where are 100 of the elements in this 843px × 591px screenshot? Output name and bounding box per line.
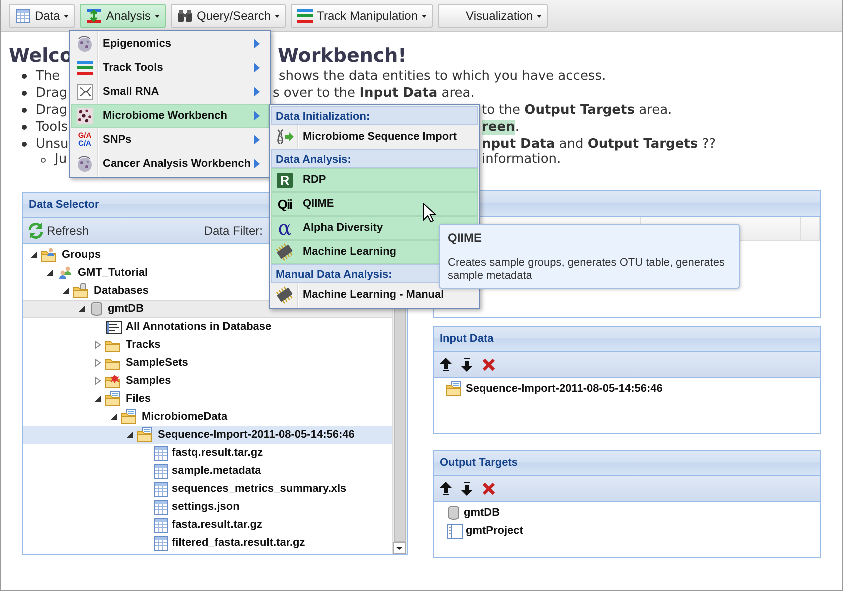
collapsed-triangle-icon[interactable] — [93, 358, 103, 368]
tree-item[interactable]: MicrobiomeData — [23, 408, 392, 426]
tree-item[interactable]: settings.json — [23, 498, 392, 516]
tree-item[interactable]: Samples — [23, 372, 392, 390]
menu-item[interactable]: Track Tools — [71, 56, 269, 80]
folder-document-icon — [137, 426, 155, 444]
bullet-text: s over to the Input Data area. — [273, 85, 475, 102]
expanded-triangle-icon[interactable] — [77, 304, 87, 314]
bullet-text: information. — [482, 153, 562, 167]
up-arrow-icon[interactable] — [440, 482, 452, 496]
cylinder-icon — [446, 504, 462, 522]
window-icon — [446, 522, 464, 540]
menu-item[interactable]: Cancer Analysis Workbench — [71, 152, 269, 176]
spreadsheet-icon — [153, 534, 169, 552]
collapsed-triangle-icon[interactable] — [93, 340, 103, 350]
delete-icon[interactable] — [482, 482, 496, 496]
bullet-text: Unsu — [36, 136, 69, 153]
bullet-dot — [41, 158, 46, 163]
spreadsheet-icon — [153, 462, 169, 480]
tree-item[interactable]: filtered_fasta.result.tar.gz — [23, 534, 392, 552]
folder-cylinder-icon — [73, 282, 91, 300]
expanded-triangle-icon[interactable] — [109, 412, 119, 422]
expanded-triangle-icon[interactable] — [93, 394, 103, 404]
submenu-arrow-icon — [254, 87, 260, 97]
bullet-text: Drag — [36, 85, 68, 102]
toolbar-button[interactable]: Track Manipulation — [291, 4, 434, 28]
list-item[interactable]: gmtProject — [446, 522, 820, 540]
tree-item[interactable]: SampleSets — [23, 354, 392, 372]
expanded-triangle-icon[interactable] — [61, 286, 71, 296]
track-bars-icon — [77, 60, 93, 76]
heading-text: Workbench! — [278, 44, 408, 68]
toolbar-button[interactable]: Visualization — [438, 4, 548, 28]
squiggle-icon — [76, 83, 94, 101]
spreadsheet-icon — [153, 516, 169, 534]
bars-arrows-icon — [86, 8, 102, 24]
menu-item[interactable]: Microbiome Workbench — [71, 104, 269, 128]
bullet-text: to the Output Targets area. — [482, 102, 672, 119]
bullet-text: Drag — [36, 102, 68, 119]
dna-arrow-icon — [275, 128, 295, 146]
tree-item[interactable]: sequences_metrics_summary.xls — [23, 480, 392, 498]
glyph-icon: α — [278, 220, 292, 236]
chip-icon — [276, 243, 294, 261]
refresh-button[interactable]: Refresh — [27, 222, 90, 240]
sphere-icon — [76, 35, 94, 53]
submenu-arrow-icon — [254, 135, 260, 145]
down-arrow-icon[interactable] — [461, 358, 473, 372]
track-bars-icon — [297, 8, 314, 24]
tree-item[interactable]: Files — [23, 390, 392, 408]
panel-title: Input Data — [434, 327, 820, 352]
collapsed-triangle-icon[interactable] — [93, 376, 103, 386]
caret-icon — [64, 14, 70, 18]
bullet-text: reen. — [482, 119, 520, 136]
expanded-triangle-icon[interactable] — [125, 430, 135, 440]
folder-bug-icon — [105, 372, 123, 390]
down-arrow-icon[interactable] — [461, 482, 473, 496]
bullet-dot — [22, 142, 27, 147]
filter-label: Data Filter: — [204, 224, 263, 238]
menu-item[interactable]: Qii QIIME — [271, 192, 478, 216]
spreadsheet-icon — [153, 498, 169, 516]
menu-item[interactable]: R RDP — [271, 168, 478, 192]
refresh-icon — [27, 222, 45, 240]
bullet-text: Ju — [55, 153, 68, 167]
submenu-arrow-icon — [254, 111, 260, 121]
panel-title: Output Targets — [434, 451, 820, 476]
document-lines-icon — [105, 318, 123, 336]
menu-item[interactable]: Epigenomics — [71, 32, 269, 56]
mouse-cursor-icon — [423, 203, 436, 223]
bullet-text: nput Data and Output Targets ?? — [482, 136, 716, 153]
expanded-triangle-icon[interactable] — [45, 268, 55, 278]
menu-item[interactable]: Small RNA — [71, 80, 269, 104]
bullet-dot — [22, 74, 27, 79]
list-item[interactable]: gmtDB — [446, 504, 820, 522]
tree-item[interactable]: fastq.result.tar.gz — [23, 444, 392, 462]
toolbar-button[interactable]: Data — [9, 4, 76, 28]
tree-item[interactable]: All Annotations in Database — [23, 318, 392, 336]
sphere-icon — [76, 155, 94, 173]
toolbar-button[interactable]: Query/Search — [171, 4, 286, 28]
tree-item[interactable]: sample.metadata — [23, 462, 392, 480]
caret-icon — [275, 14, 280, 18]
tree-item[interactable]: Tracks — [23, 336, 392, 354]
expanded-triangle-icon[interactable] — [29, 250, 39, 260]
menu-section-header: Data Initialization: — [271, 106, 478, 125]
list-item[interactable]: Sequence-Import-2011-08-05-14:56:46 — [446, 380, 820, 398]
delete-icon[interactable] — [482, 358, 496, 372]
menu-item[interactable]: Microbiome Sequence Import — [271, 125, 478, 149]
submenu-arrow-icon — [254, 159, 260, 169]
bullet-text: Tools — [36, 119, 68, 136]
tree-item[interactable]: fasta.result.tar.gz — [23, 516, 392, 534]
menu-section-header: Data Analysis: — [271, 149, 478, 168]
folder-document-icon — [446, 380, 464, 398]
folder-document-icon — [105, 390, 123, 408]
bullet-text: The — [36, 68, 60, 85]
up-arrow-icon[interactable] — [440, 358, 452, 372]
toolbar-button[interactable]: Analysis — [80, 4, 166, 28]
caret-icon — [155, 14, 160, 18]
tree-item[interactable]: Sequence-Import-2011-08-05-14:56:46 — [23, 426, 392, 444]
cylinder-icon — [89, 300, 105, 318]
caret-icon — [537, 14, 542, 18]
bullet-dot — [22, 108, 27, 113]
submenu-arrow-icon — [254, 63, 260, 73]
